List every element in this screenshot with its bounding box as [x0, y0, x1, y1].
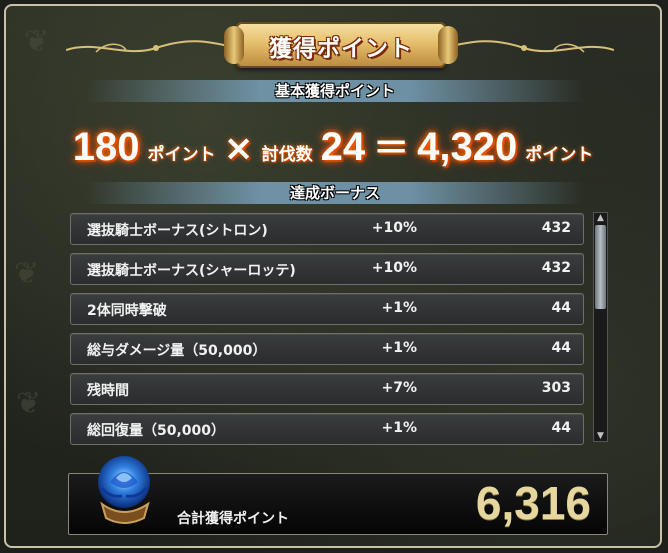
bonus-name: 2体同時撃破 — [87, 303, 167, 319]
bonus-name: 選抜騎士ボーナス(シャーロッテ) — [87, 263, 296, 279]
kills-label: 討伐数 — [261, 145, 313, 165]
flourish-left-icon — [66, 40, 236, 53]
bonus-percent: +10% — [371, 220, 417, 236]
leaf-decoration-icon: ❦ — [14, 256, 40, 291]
list-item: 残時間 +7% 303 — [70, 373, 584, 405]
bonus-header-label: 達成ボーナス — [289, 184, 380, 202]
base-points-value: 180 — [72, 125, 140, 169]
bonus-value: 432 — [541, 220, 571, 236]
base-points-formula: 180 ポイント × 討伐数 24 ＝ 4,320 ポイント — [6, 119, 660, 169]
list-item: 総与ダメージ量（50,000） +1% 44 — [70, 333, 584, 365]
bonus-percent: +7% — [381, 380, 418, 396]
bonus-percent: +10% — [371, 260, 417, 276]
title-banner: 獲得ポイント — [66, 14, 614, 76]
bonus-value: 44 — [551, 340, 571, 356]
scrollbar-thumb[interactable] — [595, 225, 606, 309]
kills-value: 24 — [320, 125, 366, 169]
total-points-label: 合計獲得ポイント — [177, 511, 289, 527]
base-points-header: 基本獲得ポイント — [86, 80, 584, 102]
total-points-value: 6,316 — [475, 477, 591, 529]
leaf-decoration-icon: ❦ — [16, 386, 42, 421]
bonus-name: 総回復量（50,000） — [87, 423, 226, 439]
base-result-unit: ポイント — [525, 145, 594, 165]
title-scroll: 獲得ポイント — [224, 22, 458, 68]
bonus-header: 達成ボーナス — [86, 182, 584, 204]
multiply-sign: × — [223, 128, 254, 169]
list-item: 選抜騎士ボーナス(シトロン) +10% 432 — [70, 213, 584, 245]
list-item: 2体同時撃破 +1% 44 — [70, 293, 584, 325]
leaf-decoration-icon: ❦ — [24, 24, 50, 59]
bonus-name: 残時間 — [87, 383, 129, 399]
bonus-list-scrollbar[interactable]: ▲ ▼ — [593, 212, 608, 442]
base-result-value: 4,320 — [417, 125, 518, 169]
equals-sign: ＝ — [373, 128, 410, 169]
bonus-name: 選抜騎士ボーナス(シトロン) — [87, 223, 268, 239]
bonus-list[interactable]: 選抜騎士ボーナス(シトロン) +10% 432 選抜騎士ボーナス(シャーロッテ)… — [70, 213, 584, 453]
arrow-down-icon[interactable]: ▼ — [595, 431, 606, 441]
bonus-value: 303 — [541, 380, 571, 396]
bonus-percent: +1% — [381, 420, 418, 436]
bonus-value: 44 — [551, 420, 571, 436]
bonus-value: 432 — [541, 260, 571, 276]
base-points-header-label: 基本獲得ポイント — [274, 82, 395, 100]
arrow-up-icon[interactable]: ▲ — [595, 213, 606, 223]
bonus-name: 総与ダメージ量（50,000） — [87, 343, 267, 359]
list-item: 選抜騎士ボーナス(シャーロッテ) +10% 432 — [70, 253, 584, 285]
bonus-value: 44 — [551, 300, 571, 316]
bonus-percent: +1% — [381, 300, 418, 316]
bonus-percent: +1% — [381, 340, 418, 356]
page-title: 獲得ポイント — [269, 36, 413, 62]
flourish-right-icon — [444, 40, 614, 53]
blue-rose-icon — [98, 456, 150, 524]
base-points-unit: ポイント — [147, 145, 216, 165]
list-item: 総回復量（50,000） +1% 44 — [70, 413, 584, 445]
